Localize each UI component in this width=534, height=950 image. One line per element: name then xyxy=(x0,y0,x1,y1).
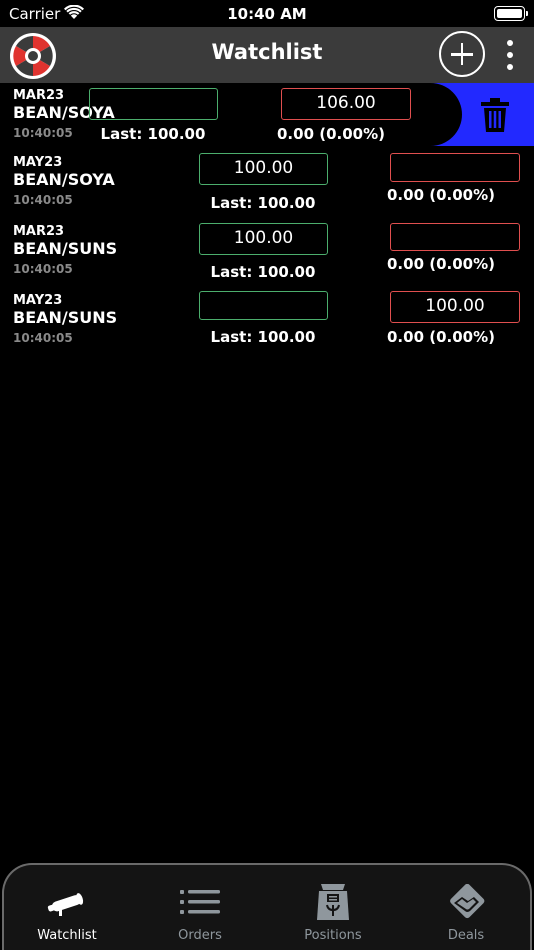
bid-price-box[interactable] xyxy=(199,291,328,320)
price-change: 0.00 (0.00%) xyxy=(277,125,385,143)
tab-label: Positions xyxy=(304,928,362,943)
price-change: 0.00 (0.00%) xyxy=(387,328,495,346)
battery-icon xyxy=(494,6,528,21)
status-bar: Carrier 10:40 AM xyxy=(0,0,534,27)
tab-label: Watchlist xyxy=(37,928,97,943)
bid-price-box[interactable] xyxy=(89,88,218,120)
add-instrument-button[interactable] xyxy=(439,31,485,77)
price-change: 0.00 (0.00%) xyxy=(387,255,495,273)
ask-price-box[interactable]: 106.00 xyxy=(281,88,411,120)
instrument-symbol: BEAN/SUNS xyxy=(13,239,118,258)
instrument-symbol: BEAN/SUNS xyxy=(13,308,118,327)
contract-month: MAR23 xyxy=(13,224,65,239)
ask-price-box[interactable] xyxy=(390,153,520,182)
last-price: Last: 100.00 xyxy=(210,263,316,281)
last-price: Last: 100.00 xyxy=(210,194,316,212)
last-price: Last: 100.00 xyxy=(210,328,316,346)
last-price: Last: 100.00 xyxy=(100,125,206,143)
tab-deals[interactable]: Deals xyxy=(406,884,526,946)
contract-month: MAY23 xyxy=(13,155,63,170)
contract-month: MAR23 xyxy=(13,88,65,103)
bid-price-box[interactable]: 100.00 xyxy=(199,153,328,185)
price-change: 0.00 (0.00%) xyxy=(387,186,495,204)
watchlist-row[interactable]: MAR23 BEAN/SUNS 10:40:05 100.00 Last: 10… xyxy=(0,223,534,293)
watchlist-row[interactable]: MAR23 BEAN/SOYA 10:40:05 Last: 100.00 10… xyxy=(0,88,534,157)
watchlist-row[interactable]: MAY23 BEAN/SUNS 10:40:05 Last: 100.00 10… xyxy=(0,291,534,362)
clock: 10:40 AM xyxy=(227,5,307,23)
tab-label: Deals xyxy=(447,928,485,943)
update-time: 10:40:05 xyxy=(13,262,73,276)
update-time: 10:40:05 xyxy=(13,193,73,207)
more-menu-button[interactable] xyxy=(500,40,520,70)
tab-orders[interactable]: Orders xyxy=(140,884,260,946)
list-icon xyxy=(140,884,260,920)
watchlist-row[interactable]: MAY23 BEAN/SOYA 10:40:05 100.00 Last: 10… xyxy=(0,153,534,224)
ask-price-box[interactable] xyxy=(390,223,520,251)
sack-icon xyxy=(273,884,393,920)
tab-label: Orders xyxy=(178,928,222,943)
ask-price-box[interactable]: 100.00 xyxy=(390,291,520,323)
contract-month: MAY23 xyxy=(13,293,63,308)
telescope-icon xyxy=(7,884,127,920)
tab-positions[interactable]: Positions xyxy=(273,884,393,946)
bid-price-box[interactable]: 100.00 xyxy=(199,223,328,255)
app-header: Watchlist xyxy=(0,27,534,83)
tab-watchlist[interactable]: Watchlist xyxy=(7,884,127,946)
handshake-icon xyxy=(406,884,526,920)
instrument-symbol: BEAN/SOYA xyxy=(13,170,115,189)
update-time: 10:40:05 xyxy=(13,331,73,345)
